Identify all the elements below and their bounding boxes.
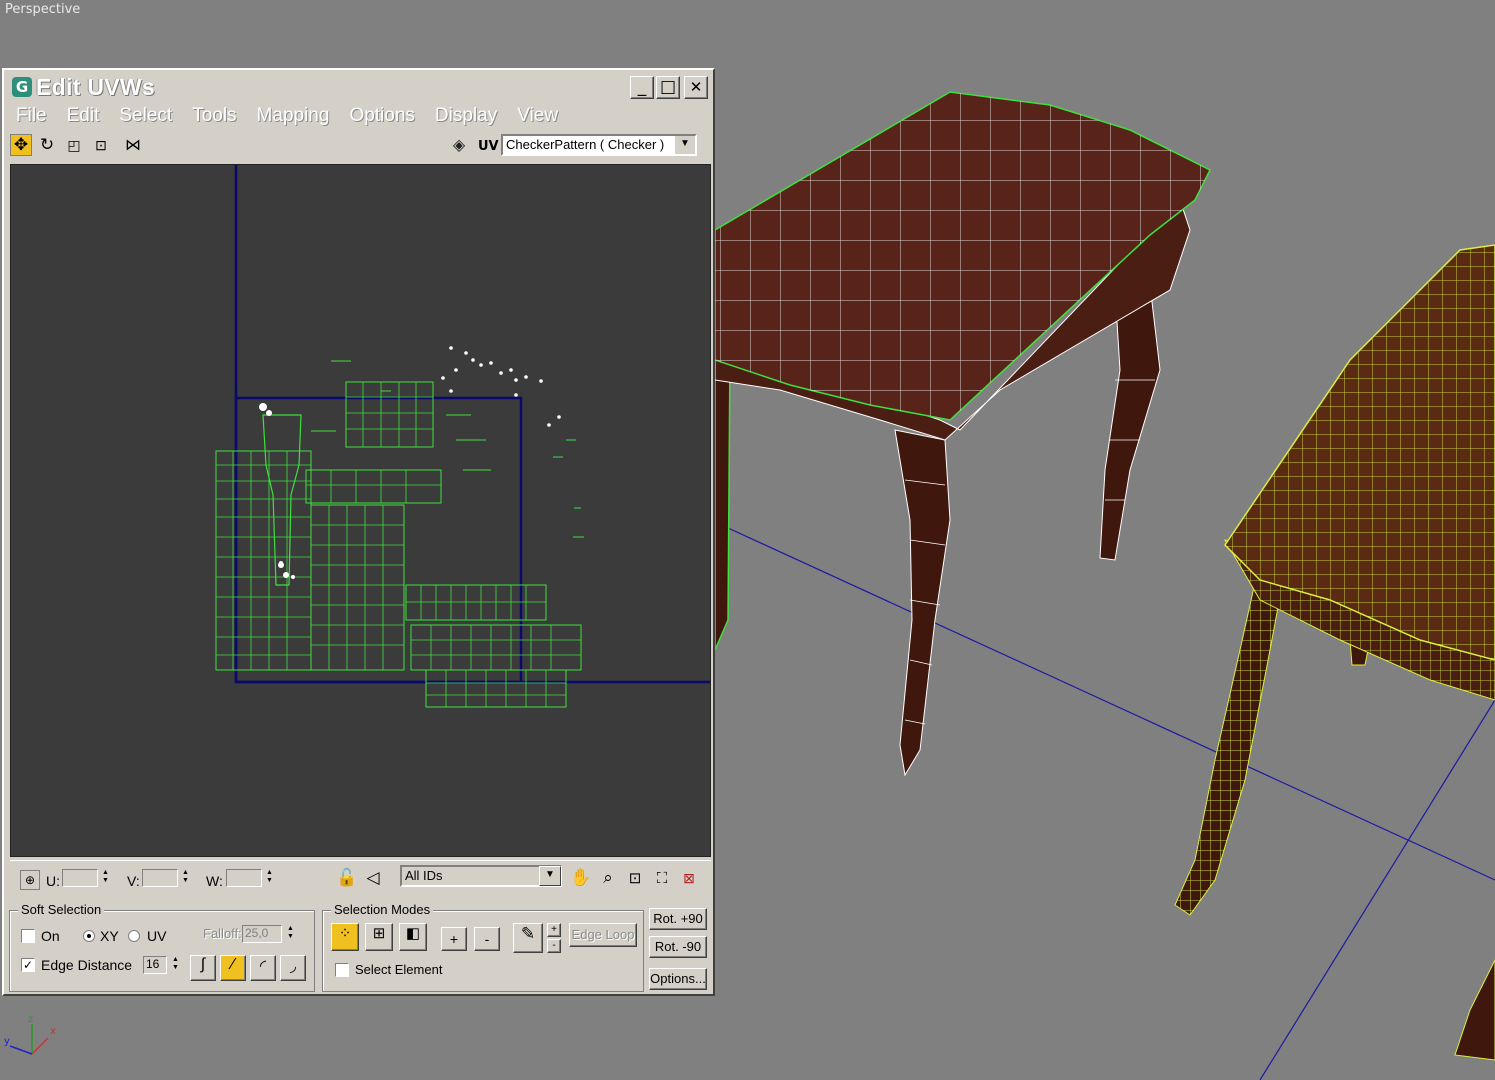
w-label: W: [206, 873, 223, 889]
axis-z-label: z [28, 1014, 33, 1025]
brush-size-up-button[interactable]: + [547, 923, 561, 937]
axis-x-label: x [50, 1026, 56, 1037]
edge-distance-label: Edge Distance [41, 957, 133, 973]
texture-dropdown[interactable]: CheckerPattern ( Checker ) ▼ [501, 134, 697, 156]
rotate-plus-90-button[interactable]: Rot. +90 [649, 908, 707, 930]
falloff-linear-button[interactable]: ⁄ [220, 955, 246, 981]
falloff-field[interactable]: 25,0 [242, 925, 282, 943]
selected-table-model [1174, 244, 1495, 1061]
zoom-extents-icon[interactable]: ⛶ [651, 867, 673, 889]
chevron-down-icon[interactable]: ▼ [539, 866, 561, 886]
zoom-region-icon[interactable]: ⊡ [624, 867, 646, 889]
falloff-smooth-button[interactable]: ∫ [190, 955, 216, 981]
lock-icon[interactable]: 🔓 [336, 867, 358, 889]
v-label: V: [127, 873, 140, 889]
menu-tools[interactable]: Tools [192, 105, 236, 127]
brush-size-down-button[interactable]: - [547, 939, 561, 953]
material-id-dropdown[interactable]: All IDs ▼ [400, 865, 562, 887]
paint-select-icon[interactable]: ◁ [362, 867, 384, 889]
soft-on-checkbox[interactable] [21, 929, 35, 943]
selection-modes-group: Selection Modes ⁘ ⊞ ◧ + - ✎ + - Edge Loo… [322, 902, 644, 992]
material-id-value: All IDs [405, 868, 443, 883]
uv-frame [234, 165, 710, 684]
select-element-checkbox[interactable] [335, 963, 349, 977]
face-mode-icon[interactable]: ◧ [399, 923, 427, 951]
uv-toolbar: ✥ ↻ ◰ ⊡ ⋈ ◈ UV CheckerPattern ( Checker … [6, 130, 711, 162]
vertex-mode-icon[interactable]: ⁘ [331, 923, 359, 951]
soft-on-label: On [41, 928, 60, 944]
window-title: Edit UVWs [36, 73, 155, 100]
v-field[interactable] [142, 869, 178, 887]
options-button[interactable]: Options... [649, 968, 707, 990]
uv-editor-canvas[interactable] [10, 164, 711, 857]
menu-options[interactable]: Options [349, 105, 414, 127]
chevron-down-icon[interactable]: ▼ [674, 136, 695, 154]
zoom-icon[interactable]: ⌕ [597, 867, 619, 889]
uv-bottom-bar: ⊕ U: ▲ ▼ V: ▲ ▼ W: ▲ ▼ 🔓 ◁ All IDs ▼ ✋ ⌕ ⊡ … [10, 860, 711, 894]
u-spinner[interactable]: ▲ ▼ [100, 869, 111, 887]
edge-mode-icon[interactable]: ⊞ [365, 923, 393, 951]
uv-label: UV [478, 139, 499, 154]
pan-hand-icon[interactable]: ✋ [570, 867, 592, 889]
uv-radio-label: UV [147, 928, 167, 944]
w-spinner[interactable]: ▲ ▼ [264, 869, 275, 887]
menu-select[interactable]: Select [119, 105, 172, 127]
minimize-button[interactable]: _ [630, 76, 654, 99]
w-field[interactable] [226, 869, 262, 887]
edit-uvws-window: G Edit UVWs _ □ ✕ File Edit Select Tools… [2, 68, 715, 996]
absolute-mode-icon[interactable]: ⊕ [20, 870, 40, 890]
menu-bar: File Edit Select Tools Mapping Options D… [6, 102, 711, 130]
texture-dropdown-value: CheckerPattern ( Checker ) [506, 137, 665, 152]
paint-brush-icon[interactable]: ✎ [513, 923, 543, 953]
edge-distance-spinner[interactable]: ▲ ▼ [170, 956, 181, 974]
soft-selection-group: Soft Selection On XY UV Falloff: 25,0 ▲ ▼… [9, 902, 315, 992]
mirror-icon[interactable]: ⋈ [122, 134, 144, 156]
uv-vertices [259, 346, 561, 579]
maximize-button[interactable]: □ [656, 76, 680, 99]
close-button[interactable]: ✕ [684, 76, 708, 99]
falloff-slow-out-button[interactable]: ◜ [250, 955, 276, 981]
freeform-icon[interactable]: ⊡ [90, 134, 112, 156]
falloff-spinner[interactable]: ▲ ▼ [285, 925, 296, 943]
texture-cube-icon[interactable]: ◈ [448, 134, 470, 156]
rotate-minus-90-button[interactable]: Rot. -90 [649, 936, 707, 958]
menu-edit[interactable]: Edit [67, 105, 100, 127]
menu-view[interactable]: View [517, 105, 558, 127]
uv-radio[interactable] [128, 930, 140, 942]
selection-modes-title: Selection Modes [331, 902, 434, 917]
filter-selected-icon[interactable]: ⊠ [678, 867, 700, 889]
grow-selection-button[interactable]: + [441, 927, 467, 951]
v-spinner[interactable]: ▲ ▼ [180, 869, 191, 887]
move-icon[interactable]: ✥ [10, 134, 32, 156]
u-field[interactable] [62, 869, 98, 887]
xy-radio[interactable] [83, 930, 95, 942]
menu-file[interactable]: File [16, 105, 47, 127]
rotate-icon[interactable]: ↻ [36, 134, 58, 156]
edge-distance-checkbox[interactable]: ✓ [21, 958, 35, 972]
edge-loop-button[interactable]: Edge Loop [569, 923, 637, 947]
shrink-selection-button[interactable]: - [474, 927, 500, 951]
window-titlebar[interactable]: G Edit UVWs _ □ ✕ [6, 72, 711, 102]
axis-y-label: y [4, 1036, 10, 1047]
edge-distance-field[interactable]: 16 [143, 956, 167, 974]
wood-table-model [714, 91, 1212, 777]
scale-icon[interactable]: ◰ [63, 134, 85, 156]
menu-mapping[interactable]: Mapping [257, 105, 330, 127]
uv-layout [215, 165, 710, 708]
axis-tripod-icon: x z y [4, 1014, 56, 1055]
xy-label: XY [100, 928, 119, 944]
max-app-icon: G [12, 77, 32, 97]
select-element-label: Select Element [355, 962, 443, 977]
menu-display[interactable]: Display [435, 105, 497, 127]
falloff-fast-out-button[interactable]: ◞ [280, 955, 306, 981]
u-label: U: [46, 873, 60, 889]
soft-selection-title: Soft Selection [18, 902, 105, 917]
falloff-label: Falloff: [203, 926, 242, 941]
